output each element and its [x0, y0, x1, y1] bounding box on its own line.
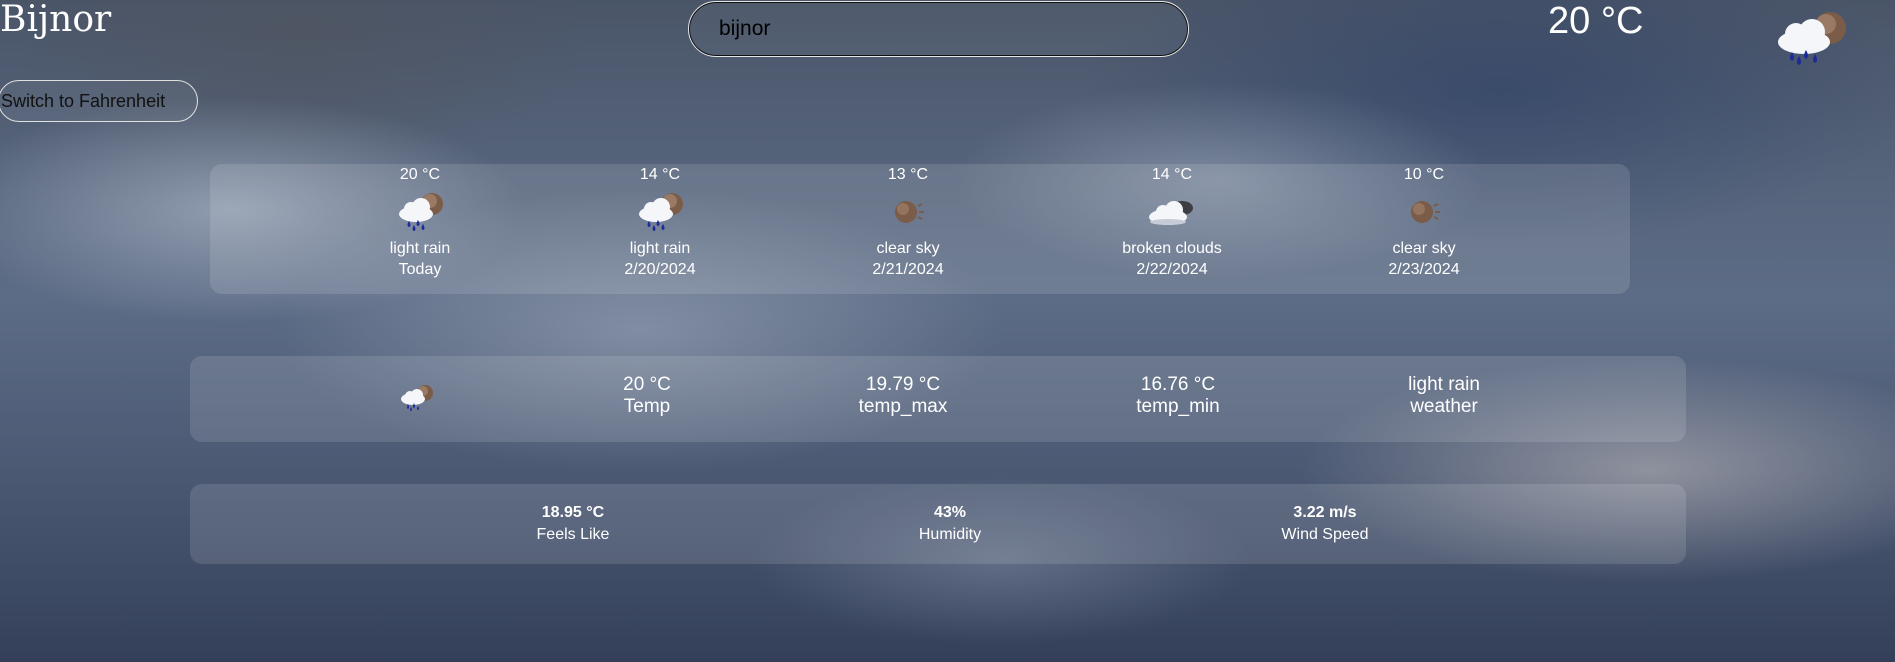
- feels-like: 18.95 °C Feels Like: [463, 502, 683, 546]
- rain-cloud-icon: [401, 385, 433, 411]
- current-temp-label: Temp: [623, 396, 671, 417]
- forecast-description: clear sky: [1392, 240, 1456, 257]
- feels-like-label: Feels Like: [536, 526, 610, 543]
- forecast-description: broken clouds: [1122, 240, 1222, 257]
- forecast-day: 20 °C light rain Today: [320, 164, 520, 280]
- weather-value: light rain: [1408, 374, 1480, 395]
- forecast-description: light rain: [629, 240, 691, 257]
- rain-cloud-icon: [639, 193, 683, 231]
- current-weather-desc: light rain weather: [1344, 374, 1544, 418]
- humidity-value: 43%: [933, 504, 967, 521]
- temp-min-label: temp_min: [1136, 396, 1220, 417]
- rain-cloud-icon: [1778, 12, 1846, 65]
- city-name: Bijnor: [0, 0, 112, 40]
- wind-speed: 3.22 m/s Wind Speed: [1215, 502, 1435, 546]
- humidity: 43% Humidity: [840, 502, 1060, 546]
- current-temp-min: 16.76 °C temp_min: [1078, 374, 1278, 418]
- forecast-day: 14 °C broken clouds 2/22/2024: [1072, 164, 1272, 280]
- current-temp: 20 °C Temp: [547, 374, 747, 418]
- current-temp-max: 19.79 °C temp_max: [803, 374, 1003, 418]
- forecast-temp: 13 °C: [887, 166, 929, 183]
- humidity-label: Humidity: [918, 526, 982, 543]
- forecast-date: 2/20/2024: [624, 261, 696, 278]
- forecast-date: 2/22/2024: [1136, 261, 1208, 278]
- temp-max-value: 19.79 °C: [865, 374, 941, 395]
- cloud-moon-icon: [1149, 201, 1193, 225]
- forecast-panel: 20 °C light rain Today 14 °C light rain …: [210, 164, 1630, 294]
- forecast-date: Today: [398, 261, 442, 278]
- forecast-temp: 10 °C: [1403, 166, 1445, 183]
- feels-like-value: 18.95 °C: [541, 504, 605, 521]
- current-weather-panel: 20 °C Temp 19.79 °C temp_max 16.76 °C te…: [190, 356, 1686, 442]
- forecast-description: light rain: [389, 240, 451, 257]
- weather-label: weather: [1410, 396, 1478, 417]
- forecast-day: 10 °C clear sky 2/23/2024: [1324, 164, 1524, 280]
- forecast-day: 14 °C light rain 2/20/2024: [560, 164, 760, 280]
- temp-max-label: temp_max: [858, 396, 948, 417]
- forecast-day: 13 °C clear sky 2/21/2024: [808, 164, 1008, 280]
- forecast-date: 2/23/2024: [1388, 261, 1460, 278]
- switch-unit-button[interactable]: Switch to Fahrenheit: [0, 80, 198, 122]
- moon-icon: [895, 201, 924, 223]
- forecast-temp: 20 °C: [399, 166, 441, 183]
- weather-details-panel: 18.95 °C Feels Like 43% Humidity 3.22 m/…: [190, 484, 1686, 564]
- rain-cloud-icon: [399, 193, 443, 231]
- forecast-description: clear sky: [876, 240, 940, 257]
- forecast-temp: 14 °C: [639, 166, 681, 183]
- current-temp-value: 20 °C: [623, 374, 671, 395]
- wind-speed-label: Wind Speed: [1281, 526, 1369, 543]
- search-input[interactable]: [688, 1, 1189, 57]
- current-temperature: 20 °C: [1548, 0, 1644, 42]
- wind-speed-value: 3.22 m/s: [1293, 504, 1357, 521]
- moon-icon: [1411, 201, 1440, 223]
- forecast-temp: 14 °C: [1151, 166, 1193, 183]
- forecast-date: 2/21/2024: [872, 261, 944, 278]
- temp-min-value: 16.76 °C: [1140, 374, 1216, 395]
